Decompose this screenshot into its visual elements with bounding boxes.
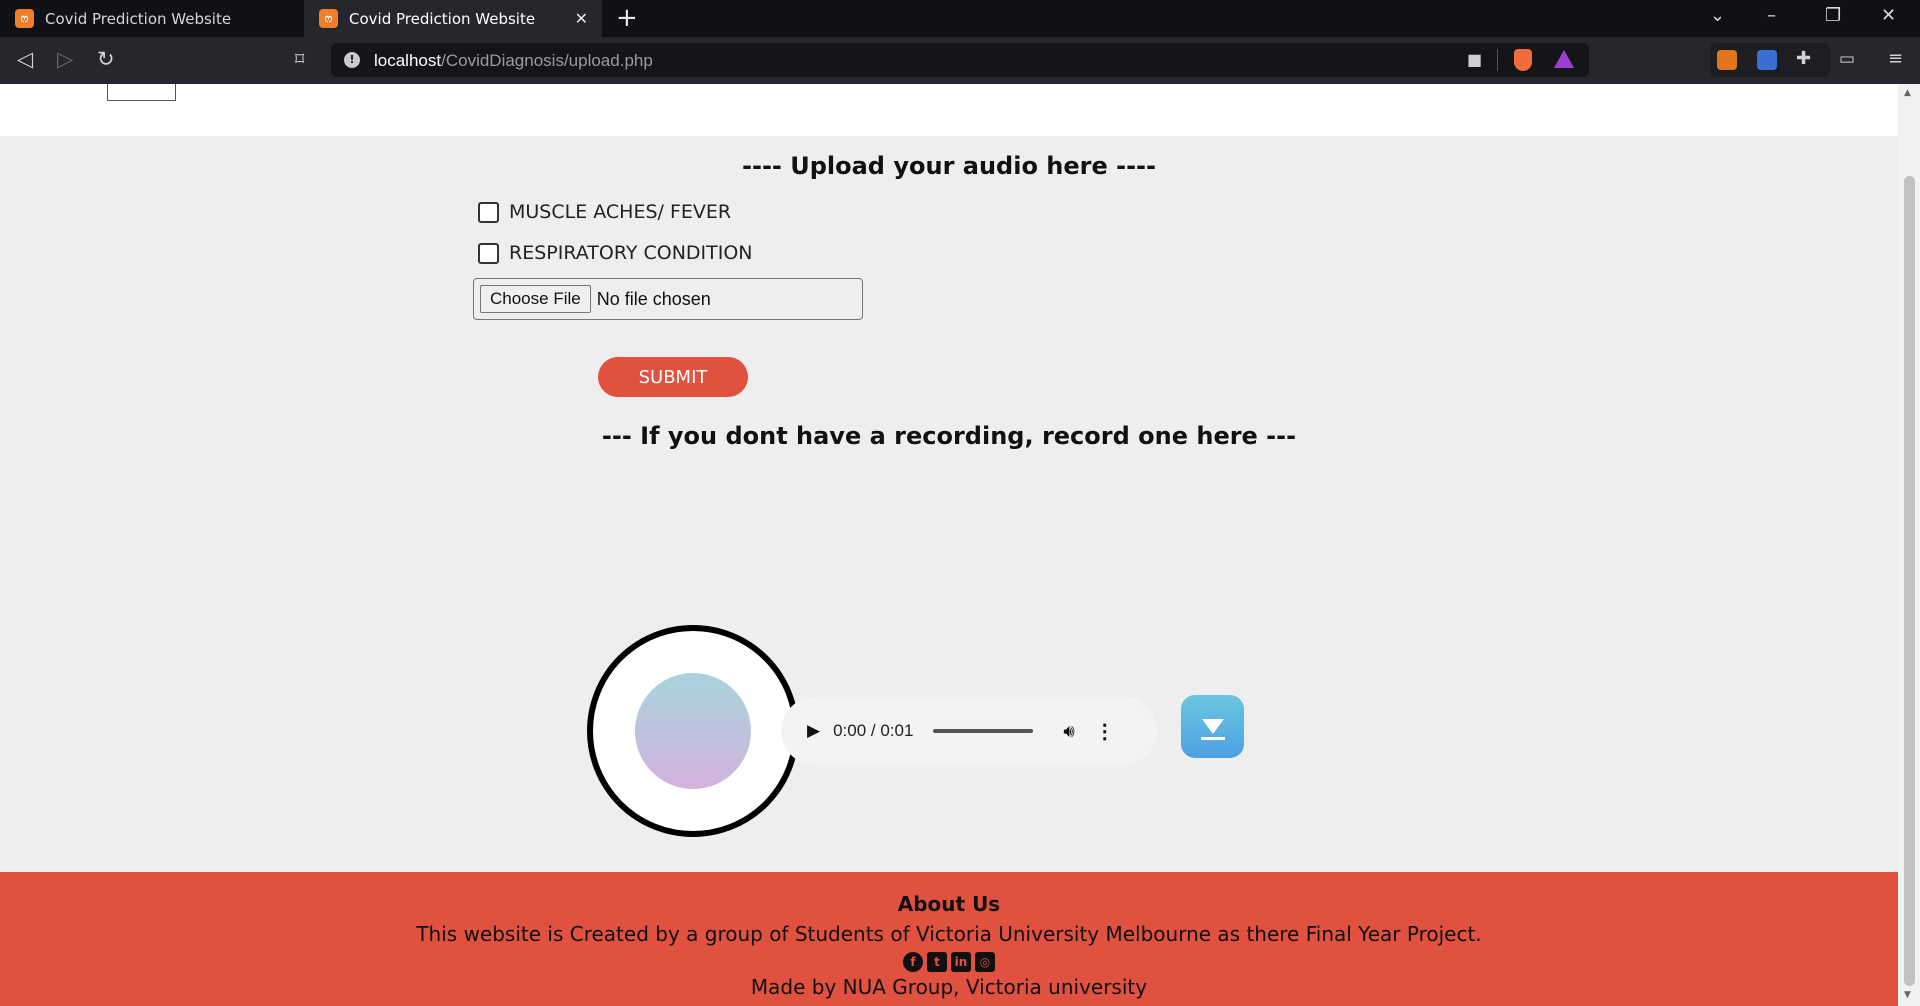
tab-covid-active[interactable]: ෆ Covid Prediction Website ✕ <box>304 0 602 37</box>
respiratory-checkbox[interactable] <box>478 242 499 264</box>
tab-covid-inactive[interactable]: ෆ Covid Prediction Website <box>0 0 298 37</box>
download-icon-bar <box>1201 737 1225 740</box>
instagram-icon[interactable]: ◎ <box>975 952 995 972</box>
download-button[interactable] <box>1181 695 1244 758</box>
muscle-aches-label: MUSCLE ACHES/ FEVER <box>509 201 732 223</box>
extension-tool-icon[interactable] <box>1757 50 1777 70</box>
xampp-favicon-icon: ෆ <box>15 9 34 28</box>
choose-file-button[interactable]: Choose File <box>480 285 591 313</box>
url-host: localhost <box>374 51 442 70</box>
record-indicator <box>635 673 751 789</box>
page-scrollbar[interactable]: ▲ ▼ <box>1898 84 1920 1006</box>
close-window-icon[interactable]: ✕ <box>1881 5 1896 26</box>
address-bar[interactable]: ! localhost/CovidDiagnosis/upload.php ■ <box>331 43 1589 77</box>
audio-progress-slider[interactable] <box>933 729 1034 733</box>
camera-icon[interactable]: ■ <box>1467 50 1482 69</box>
restore-icon[interactable]: ❐ <box>1825 5 1841 26</box>
scroll-down-icon[interactable]: ▼ <box>1904 990 1911 1000</box>
download-icon <box>1201 719 1224 734</box>
footer-title: About Us <box>897 892 1001 916</box>
close-tab-icon[interactable]: ✕ <box>575 9 588 28</box>
audio-time: 0:00 / 0:01 <box>833 721 914 740</box>
linkedin-icon[interactable]: in <box>951 952 971 972</box>
audio-player[interactable]: ▶ 0:00 / 0:01 🔊︎ ⋮ <box>781 697 1157 765</box>
twitter-icon[interactable]: t <box>927 952 947 972</box>
metamask-icon[interactable] <box>1717 50 1737 70</box>
site-header <box>0 84 1898 136</box>
volume-icon[interactable]: 🔊︎ <box>1063 721 1074 742</box>
footer-description: This website is Created by a group of St… <box>416 922 1482 946</box>
record-heading: --- If you dont have a recording, record… <box>601 422 1297 450</box>
url-text[interactable]: localhost/CovidDiagnosis/upload.php <box>374 51 653 71</box>
brave-rewards-icon[interactable] <box>1554 50 1574 68</box>
social-links: f t in ◎ <box>0 952 1898 972</box>
tab-strip: ෆ Covid Prediction Website ෆ Covid Predi… <box>0 0 1920 37</box>
bookmark-icon[interactable]: ⌑ <box>295 49 304 70</box>
back-icon[interactable]: ◁ <box>17 47 33 71</box>
reload-icon[interactable]: ↻ <box>97 47 115 71</box>
site-logo[interactable] <box>107 84 176 101</box>
new-tab-icon[interactable]: + <box>616 3 638 33</box>
site-info-icon[interactable]: ! <box>344 52 360 68</box>
more-options-icon[interactable]: ⋮ <box>1095 719 1115 744</box>
submit-button[interactable]: SUBMIT <box>598 357 748 397</box>
scrollbar-thumb[interactable] <box>1904 176 1915 986</box>
tab-label: Covid Prediction Website <box>45 9 232 28</box>
file-input[interactable]: Choose File No file chosen <box>473 278 863 320</box>
respiratory-option[interactable]: RESPIRATORY CONDITION <box>478 242 753 264</box>
url-path: /CovidDiagnosis/upload.php <box>441 51 653 70</box>
respiratory-label: RESPIRATORY CONDITION <box>509 242 753 264</box>
menu-icon[interactable]: ≡ <box>1888 48 1903 69</box>
forward-icon[interactable]: ▷ <box>57 47 73 71</box>
play-icon[interactable]: ▶ <box>807 721 820 741</box>
facebook-icon[interactable]: f <box>903 952 923 972</box>
footer-credits: Made by NUA Group, Victoria university <box>750 975 1148 999</box>
tab-label: Covid Prediction Website <box>349 9 536 28</box>
extension-icon[interactable]: ✚ <box>1796 48 1811 69</box>
wallet-icon[interactable]: ▭ <box>1839 49 1855 69</box>
scroll-up-icon[interactable]: ▲ <box>1904 88 1911 98</box>
record-button[interactable] <box>587 625 799 837</box>
brave-shield-icon[interactable] <box>1514 49 1532 71</box>
file-status: No file chosen <box>596 288 711 309</box>
footer: About Us This website is Created by a gr… <box>0 872 1898 1006</box>
page-content: ---- Upload your audio here ---- MUSCLE … <box>0 84 1898 1006</box>
tab-search-icon[interactable]: ⌄ <box>1710 5 1725 26</box>
xampp-favicon-icon: ෆ <box>319 9 338 28</box>
muscle-aches-checkbox[interactable] <box>478 201 499 223</box>
muscle-aches-option[interactable]: MUSCLE ACHES/ FEVER <box>478 201 731 223</box>
upload-heading: ---- Upload your audio here ---- <box>742 152 1156 180</box>
browser-toolbar: ◁ ▷ ↻ ⌑ ! localhost/CovidDiagnosis/uploa… <box>0 37 1920 84</box>
divider <box>1497 49 1498 71</box>
minimize-icon[interactable]: – <box>1767 5 1776 26</box>
